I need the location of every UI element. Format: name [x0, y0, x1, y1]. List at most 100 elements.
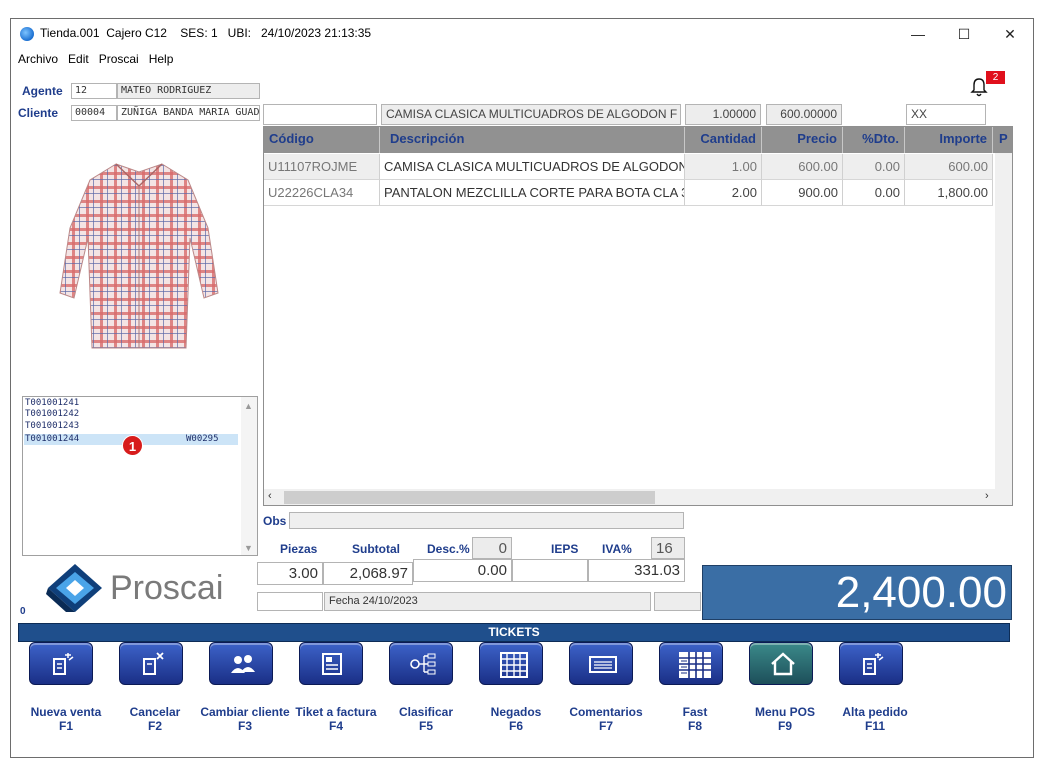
nueva-venta-button[interactable]	[29, 642, 93, 685]
close-button[interactable]: ✕	[987, 19, 1033, 49]
grid-vertical-scrollbar[interactable]	[995, 153, 1012, 489]
table-cell[interactable]: 600.00	[762, 154, 843, 180]
cliente-name-field: ZUÑIGA BANDA MARIA GUAD	[117, 105, 260, 121]
scroll-down-icon[interactable]: ▼	[244, 543, 253, 553]
iva-value: 331.03	[588, 559, 685, 582]
col-header-cantidad[interactable]: Cantidad	[685, 127, 762, 153]
clasificar-button[interactable]	[389, 642, 453, 685]
list-item[interactable]: T001001242	[25, 409, 79, 420]
negados-button[interactable]	[479, 642, 543, 685]
list-item[interactable]: T001001241	[25, 398, 79, 409]
table-cell[interactable]: 900.00	[762, 180, 843, 206]
minimize-button[interactable]: —	[895, 19, 941, 49]
negados-label[interactable]: Negados F6	[466, 705, 566, 733]
blank-field[interactable]	[257, 592, 323, 611]
list-badge: 1	[122, 435, 143, 456]
col-header-importe[interactable]: Importe	[905, 127, 993, 153]
cancelar-button[interactable]	[119, 642, 183, 685]
alta-pedido-label[interactable]: Alta pedido F11	[825, 705, 925, 733]
item-description-field: CAMISA CLASICA MULTICUADROS DE ALGODON F	[381, 104, 681, 125]
product-shirt-image	[58, 158, 220, 354]
table-cell[interactable]: U11107ROJME	[264, 154, 380, 180]
fast-button[interactable]	[659, 642, 723, 685]
iva-pct-field[interactable]: 16	[651, 537, 685, 559]
col-header-dto[interactable]: %Dto.	[843, 127, 905, 153]
col-header-codigo[interactable]: Código	[264, 127, 380, 153]
cliente-code-field[interactable]: 00004	[71, 105, 117, 121]
window-title: Tienda.001 Cajero C12 SES: 1 UBI: 24/10/…	[40, 26, 372, 40]
proscai-logo-icon	[46, 562, 104, 614]
list-scrollbar[interactable]	[241, 397, 257, 555]
nueva-venta-label[interactable]: Nueva venta F1	[16, 705, 116, 733]
table-cell[interactable]: PANTALON MEZCLILLA CORTE PARA BOTA CLA 3…	[380, 180, 685, 206]
grid-scroll-thumb[interactable]	[284, 491, 655, 504]
notification-badge: 2	[986, 71, 1005, 84]
cambiar-cliente-button[interactable]	[209, 642, 273, 685]
table-cell[interactable]: 600.00	[905, 154, 993, 180]
table-cell[interactable]: 2.00	[685, 180, 762, 206]
subtotal-label: Subtotal	[352, 542, 400, 556]
menu-pos-label[interactable]: Menu POS F9	[735, 705, 835, 733]
item-code-input[interactable]	[263, 104, 377, 125]
menu-help[interactable]: Help	[144, 50, 179, 68]
cancelar-label[interactable]: Cancelar F2	[105, 705, 205, 733]
list-item[interactable]: T001001244	[25, 434, 79, 445]
invoice-icon	[322, 653, 342, 675]
col-header-descripcion[interactable]: Descripción	[380, 127, 685, 153]
fecha-extra-field	[654, 592, 701, 611]
classify-icon	[410, 653, 436, 675]
tickets-header: TICKETS	[18, 623, 1010, 642]
menu-bar: Archivo Edit Proscai Help	[11, 50, 178, 68]
ieps-value	[512, 559, 588, 582]
comments-icon	[589, 656, 617, 673]
table-cell[interactable]: U22226CLA34	[264, 180, 380, 206]
scroll-right-icon[interactable]: ›	[985, 490, 989, 502]
table-cell[interactable]: 0.00	[843, 154, 905, 180]
cambiar-cliente-label[interactable]: Cambiar cliente F3	[195, 705, 295, 733]
tiket-a-factura-button[interactable]	[299, 642, 363, 685]
item-extra-field[interactable]: XX	[906, 104, 986, 125]
alta-pedido-button[interactable]	[839, 642, 903, 685]
table-cell[interactable]: 0.00	[843, 180, 905, 206]
scroll-up-icon[interactable]: ▲	[244, 401, 253, 411]
comentarios-button[interactable]	[569, 642, 633, 685]
agente-name-field: MATEO RODRIGUEZ	[117, 83, 260, 99]
table-cell[interactable]: 1.00	[685, 154, 762, 180]
desc-label: Desc.%	[427, 542, 470, 556]
maximize-button[interactable]: ☐	[941, 19, 987, 49]
new-sale-icon	[53, 653, 74, 675]
list-item-extra: W00295	[186, 434, 219, 444]
fast-icon	[679, 652, 711, 678]
subtotal-value: 2,068.97	[323, 562, 413, 585]
piezas-value: 3.00	[257, 562, 323, 585]
cancel-sale-icon	[143, 652, 164, 675]
scroll-left-icon[interactable]: ‹	[268, 490, 272, 502]
item-quantity-field[interactable]: 1.00000	[685, 104, 761, 125]
menu-proscai[interactable]: Proscai	[94, 50, 144, 68]
col-header-p[interactable]: P	[993, 127, 1012, 153]
obs-label: Obs	[263, 514, 287, 528]
tiket-a-factura-label[interactable]: Tiket a factura F4	[286, 705, 386, 733]
items-grid[interactable]: Código Descripción Cantidad Precio %Dto.…	[263, 126, 1013, 506]
item-price-field[interactable]: 600.00000	[766, 104, 842, 125]
desc-pct-field[interactable]: 0	[472, 537, 512, 559]
piezas-label: Piezas	[280, 542, 318, 556]
clasificar-label[interactable]: Clasificar F5	[376, 705, 476, 733]
col-header-precio[interactable]: Precio	[762, 127, 843, 153]
tickets-list-box[interactable]	[22, 396, 258, 556]
comentarios-label[interactable]: Comentarios F7	[556, 705, 656, 733]
cliente-label: Cliente	[18, 106, 59, 120]
total-display: 2,400.00	[702, 565, 1012, 620]
list-item[interactable]: T001001243	[25, 421, 79, 432]
table-cell[interactable]: CAMISA CLASICA MULTICUADROS DE ALGODON R…	[380, 154, 685, 180]
menu-edit[interactable]: Edit	[63, 50, 94, 68]
fast-label[interactable]: Fast F8	[645, 705, 745, 733]
menu-pos-button[interactable]	[749, 642, 813, 685]
grid-icon	[500, 652, 528, 678]
menu-archivo[interactable]: Archivo	[11, 50, 63, 68]
iva-label: IVA%	[602, 542, 632, 556]
agente-code-field[interactable]: 12	[71, 83, 117, 99]
table-cell[interactable]: 1,800.00	[905, 180, 993, 206]
obs-input[interactable]	[289, 512, 684, 529]
ieps-label: IEPS	[551, 542, 579, 556]
